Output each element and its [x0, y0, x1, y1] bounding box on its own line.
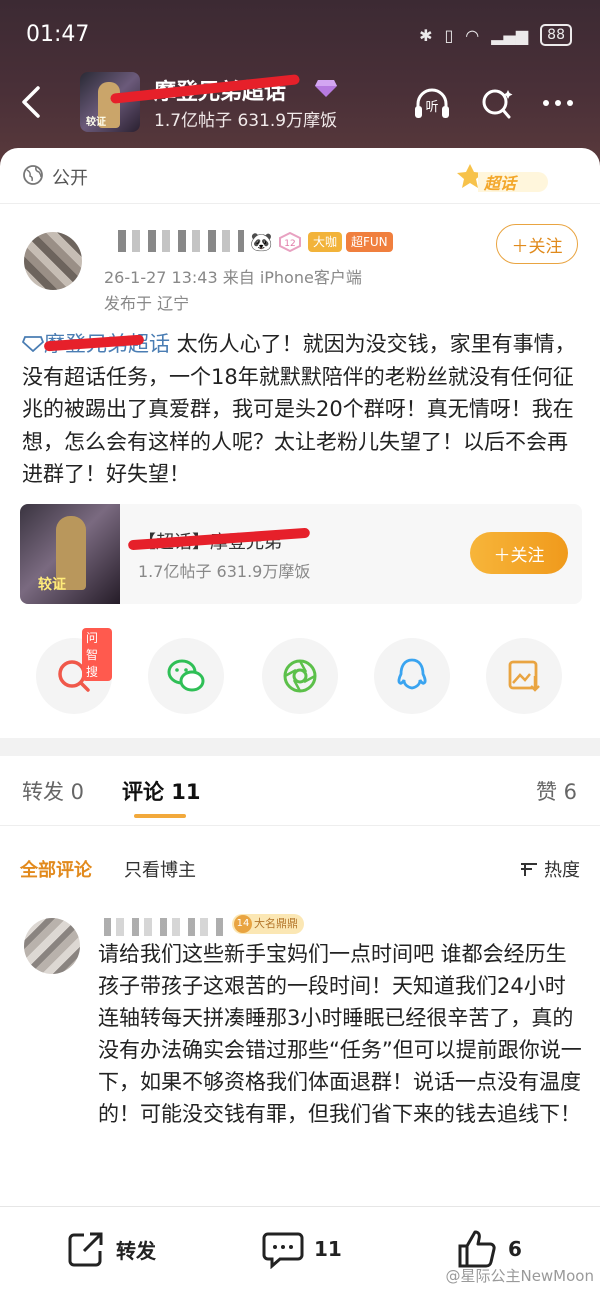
- back-button[interactable]: [18, 84, 48, 120]
- watermark: @星际公主NewMoon: [445, 1267, 594, 1285]
- more-button[interactable]: [540, 86, 580, 122]
- topic-card[interactable]: 较证 【超话】摩登兄弟 1.7亿帖子 631.9万摩饭 ＋关注: [20, 504, 582, 604]
- post-meta-location: 发布于 辽宁: [104, 294, 190, 313]
- comment-bubble-icon: [262, 1232, 304, 1269]
- panda-badge-icon: 🐼: [250, 232, 273, 253]
- author-avatar[interactable]: [24, 232, 82, 290]
- visibility-label: 公开: [52, 168, 88, 189]
- topic-stats: 1.7亿帖子 631.9万摩饭: [154, 111, 338, 131]
- chaohua-label: 超话: [484, 174, 517, 193]
- filter-owner-only[interactable]: 只看博主: [124, 856, 196, 882]
- filter-all-comments[interactable]: 全部评论: [20, 856, 92, 882]
- listen-button[interactable]: 听: [412, 86, 452, 122]
- search-icon: [482, 89, 513, 119]
- post-card: 公开 超话 🐼 12 大咖 超FUN 26-1-27 13:43 来自 iPho…: [0, 148, 600, 738]
- moments-icon: [283, 659, 317, 693]
- diamond-icon: [21, 336, 45, 353]
- thumbnail-tag: 较证: [86, 117, 106, 128]
- follow-topic-button[interactable]: ＋关注: [470, 532, 568, 574]
- active-tab-indicator: [134, 814, 186, 818]
- comment-filter: 全部评论 只看博主 热度: [0, 826, 600, 906]
- wechat-icon: [167, 659, 205, 692]
- status-icons: ✱ ▯ ◠ ▂▄▆ 88: [419, 24, 572, 46]
- moments-share-button[interactable]: [262, 638, 338, 714]
- sort-icon: [521, 863, 538, 876]
- commenter-level-badge: 14 大名鼎鼎: [232, 914, 304, 934]
- topic-thumbnail[interactable]: 较证: [80, 72, 140, 132]
- status-time: 01:47: [26, 22, 90, 47]
- visibility-row: 公开 超话: [0, 148, 600, 204]
- badge-number: 14: [234, 915, 252, 933]
- topic-header: 01:47 ✱ ▯ ◠ ▂▄▆ 88 较证 摩登兄弟超话 1.7亿帖子 631.…: [0, 0, 600, 168]
- comment-text: 请给我们这些新手宝妈们一点时间吧 谁都会经历生孩子带孩子这艰苦的一段时间！天知道…: [98, 942, 582, 1126]
- back-arrow-icon: [22, 86, 40, 118]
- qq-icon: [397, 658, 427, 690]
- vibrate-icon: ▯: [444, 25, 454, 45]
- qq-share-button[interactable]: [374, 638, 450, 714]
- comment-item: 14 大名鼎鼎 请给我们这些新手宝妈们一点时间吧 谁都会经历生孩子带孩子这艰苦的一…: [0, 906, 600, 1206]
- like-button[interactable]: 6: [456, 1229, 522, 1269]
- sort-hot-button[interactable]: 热度: [520, 856, 580, 882]
- thumbnail-tag: 较证: [38, 577, 66, 593]
- globe-icon: [23, 165, 43, 185]
- bluetooth-icon: ✱: [419, 25, 433, 45]
- bottom-action-bar: 转发 11 6 @星际公主NewMoon: [0, 1206, 600, 1291]
- save-image-icon: [508, 660, 540, 692]
- tab-comment[interactable]: 评论 11: [122, 776, 201, 806]
- level-badge-icon: 12: [279, 232, 301, 252]
- tab-repost[interactable]: 转发 0: [22, 776, 84, 806]
- repost-button[interactable]: 转发: [66, 1229, 156, 1269]
- post-meta-time: 26-1-27 13:43 来自 iPhone客户端: [104, 268, 362, 287]
- like-count: 6: [508, 1237, 522, 1261]
- post-tabs: 转发 0 评论 11 赞 6: [0, 756, 600, 826]
- comment-count: 11: [314, 1237, 342, 1261]
- svg-text:听: 听: [425, 100, 438, 115]
- topic-card-stats: 1.7亿帖子 631.9万摩饭: [138, 562, 311, 581]
- signal-icon: ▂▄▆: [491, 25, 529, 45]
- big-coffee-badge: 大咖: [308, 232, 343, 252]
- follow-author-button[interactable]: ＋关注: [496, 224, 578, 264]
- diamond-icon: [315, 80, 337, 97]
- author-name-blurred[interactable]: [118, 230, 244, 252]
- svg-text:12: 12: [284, 239, 295, 249]
- wifi-icon: ◠: [465, 25, 480, 45]
- search-button[interactable]: [478, 86, 518, 122]
- ask-search-button[interactable]: 问智搜: [36, 628, 112, 714]
- battery-icon: 88: [540, 24, 572, 46]
- comment-button[interactable]: 11: [262, 1229, 342, 1269]
- save-image-button[interactable]: [486, 638, 562, 714]
- headphones-icon: 听: [415, 88, 449, 118]
- chaohua-badge: 超话: [456, 162, 552, 198]
- repost-label: 转发: [116, 1238, 156, 1263]
- topic-card-thumbnail: 较证: [20, 504, 120, 604]
- super-fun-badge: 超FUN: [346, 232, 393, 252]
- share-arrow-icon: [68, 1232, 103, 1267]
- wechat-share-button[interactable]: [148, 638, 224, 714]
- thumbs-up-icon: [458, 1230, 496, 1268]
- status-bar: 01:47 ✱ ▯ ◠ ▂▄▆ 88: [0, 18, 600, 54]
- commenter-avatar[interactable]: [24, 918, 80, 974]
- share-row: 问智搜: [0, 628, 600, 718]
- commenter-name-blurred[interactable]: [104, 918, 224, 936]
- more-dots-icon: [543, 100, 573, 106]
- ask-tag: 问智搜: [82, 628, 112, 681]
- post-body: 摩登兄弟超话 太伤人心了！就因为没交钱，家里有事情，没有超话任务，一个18年就默…: [21, 328, 582, 491]
- tab-like[interactable]: 赞 6: [536, 776, 577, 806]
